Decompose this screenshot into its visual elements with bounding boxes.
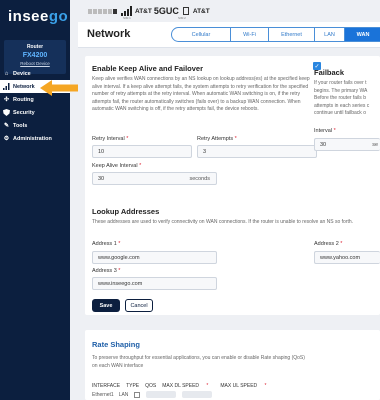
carrier-1: AT&T [135, 7, 152, 15]
rate-shaping-table: INTERFACE TYPE QOS MAX DL SPEED * MAX UL… [92, 383, 279, 398]
row-type: LAN [118, 391, 129, 398]
sidebar-item-tools[interactable]: ✎ Tools [0, 119, 70, 132]
tab-lan[interactable]: LAN [315, 27, 345, 42]
sidebar-item-security[interactable]: Security [0, 106, 70, 119]
row-interface: Ethernet1 [92, 391, 114, 398]
rate-shaping-description: To preserve throughput for essential app… [92, 355, 305, 369]
sim-slots-icon [88, 8, 118, 14]
page-title: Network [87, 28, 131, 40]
sidebar-item-device[interactable]: ⌂ Device [0, 67, 70, 80]
lookup-description: These addresses are used to verify conne… [92, 219, 354, 225]
sidebar-item-label: Tools [13, 122, 28, 129]
sidebar-item-label: Administration [13, 135, 52, 142]
max-dl-input[interactable] [146, 391, 177, 398]
retry-interval-input[interactable]: 10 [92, 145, 192, 158]
failback-interval-input[interactable]: 30 se [314, 138, 380, 151]
tab-cellular[interactable]: Cellular [171, 27, 231, 42]
save-button[interactable]: Save [92, 299, 120, 312]
sim2-label: SIM 2 [178, 16, 186, 20]
rate-shaping-title: Rate Shaping [92, 340, 140, 349]
address2-input[interactable]: www.yahoo.com [314, 251, 380, 264]
address2-label: Address 2 * [314, 241, 343, 247]
carrier-2: AT&T [192, 7, 210, 15]
retry-attempts-input[interactable]: 3 [197, 145, 317, 158]
rate-shaping-card: Rate Shaping To preserve throughput for … [85, 330, 380, 400]
col-type: TYPE [126, 383, 140, 389]
sidebar-item-administration[interactable]: ⚙ Administration [0, 132, 70, 145]
sidebar-item-label: Network [13, 83, 35, 90]
inseego-logo[interactable]: inseego [8, 8, 68, 25]
tab-wan[interactable]: WAN [345, 27, 380, 42]
failback-interval-label: Interval * [314, 128, 336, 134]
keep-alive-title: Enable Keep Alive and Failover [92, 64, 204, 73]
signal-icon [3, 83, 10, 90]
sidebar-nav: ⌂ Device Network ✣ Routing Security ✎ To… [0, 67, 70, 145]
col-interface: INTERFACE [92, 383, 121, 389]
qos-checkbox[interactable] [134, 391, 141, 398]
wrench-icon: ✎ [3, 123, 10, 129]
keep-alive-description: Keep alive verifies WAN connections by a… [92, 76, 310, 113]
tab-ethernet[interactable]: Ethernet [269, 27, 315, 42]
tab-wifi[interactable]: Wi-Fi [231, 27, 269, 42]
keep-alive-interval-label: Keep Alive Interval * [92, 163, 142, 169]
lookup-title: Lookup Addresses [92, 207, 160, 216]
status-bar: AT&T 5GUC AT&T [88, 0, 212, 22]
reboot-device-link[interactable]: Reboot Device [4, 61, 66, 66]
address3-input[interactable]: www.inseego.com [92, 277, 217, 290]
pointer-arrow-icon [40, 80, 78, 96]
sidebar-item-label: Security [13, 109, 35, 116]
max-ul-input[interactable] [182, 391, 213, 398]
gear-icon: ⚙ [3, 136, 10, 142]
routing-icon: ✣ [3, 97, 10, 103]
seconds-unit: seconds [189, 175, 211, 182]
address1-input[interactable]: www.google.com [92, 251, 217, 264]
table-row: Ethernet1 LAN [92, 391, 279, 398]
col-max-dl: MAX DL SPEED * [162, 383, 209, 389]
router-title: Router [26, 44, 44, 50]
failback-title: Failback [314, 68, 345, 77]
sidebar: inseego Router FX4200 Reboot Device ⌂ De… [0, 0, 70, 400]
tab-bar: Cellular Wi-Fi Ethernet LAN WAN [171, 27, 380, 42]
signal-strength-icon [121, 6, 132, 16]
keep-alive-interval-input[interactable]: 30 seconds [92, 172, 217, 185]
failback-description: If your router fails over t begins. The … [314, 80, 370, 117]
network-tech: 5GUC [153, 6, 179, 16]
col-max-ul: MAX UL SPEED * [220, 383, 267, 389]
shield-icon [3, 109, 10, 116]
address3-label: Address 3 * [92, 268, 121, 274]
sidebar-item-label: Device [13, 70, 31, 77]
failback-unit: se [372, 141, 378, 148]
home-icon: ⌂ [4, 70, 9, 77]
page-header: Network Cellular Wi-Fi Ethernet LAN WAN [78, 22, 380, 48]
sim-card-icon [182, 7, 189, 15]
sidebar-item-label: Routing [13, 96, 34, 103]
table-header: INTERFACE TYPE QOS MAX DL SPEED * MAX UL… [92, 383, 279, 389]
retry-attempts-label: Retry Attempts * [197, 136, 237, 142]
keep-alive-card: Enable Keep Alive and Failover ✓ Keep al… [85, 56, 380, 315]
cancel-button[interactable]: Cancel [125, 299, 153, 312]
address1-label: Address 1 * [92, 241, 121, 247]
retry-interval-label: Retry Interval * [92, 136, 129, 142]
col-qos: QOS [145, 383, 157, 389]
sim1-label: SIM 1 [123, 16, 131, 20]
router-model: FX4200 [22, 52, 48, 59]
